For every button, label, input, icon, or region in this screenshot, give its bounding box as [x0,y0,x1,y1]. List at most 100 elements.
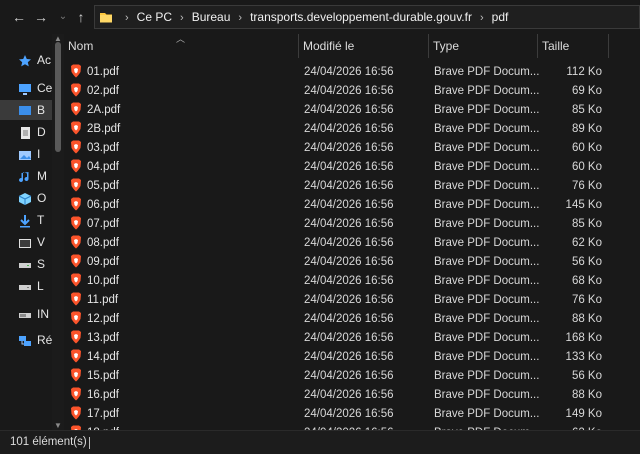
sidebar-item-videos[interactable]: V [18,232,45,252]
brave-pdf-icon [71,64,81,78]
file-name: 14.pdf [87,351,119,363]
address-bar[interactable]: › Ce PC › Bureau › transports.developpement-d… [94,5,640,29]
file-row[interactable]: 06.pdf 24/04/2026 16:56 Brave PDF Docum...… [64,196,640,215]
file-row[interactable]: 2B.pdf 24/04/2026 16:56 Brave PDF Docum...… [64,120,640,139]
file-name-cell[interactable]: 09.pdf [70,253,119,272]
file-name-cell[interactable]: 2A.pdf [70,101,120,120]
breadcrumb-item[interactable]: Ce PC [137,10,172,24]
file-name-cell[interactable]: 07.pdf [70,215,119,234]
file-name: 04.pdf [87,161,119,173]
file-modified-cell: 24/04/2026 16:56 [304,351,394,363]
file-modified-cell: 24/04/2026 16:56 [304,237,394,249]
sidebar-item-music[interactable]: M [18,166,47,186]
file-row[interactable]: 09.pdf 24/04/2026 16:56 Brave PDF Docum...… [64,253,640,272]
sidebar-item-3d-objects[interactable]: O [18,188,46,208]
file-size-cell: 62 Ko [571,237,602,249]
file-name-cell[interactable]: 10.pdf [70,272,119,291]
file-row[interactable]: 14.pdf 24/04/2026 16:56 Brave PDF Docum...… [64,348,640,367]
file-row[interactable]: 15.pdf 24/04/2026 16:56 Brave PDF Docum...… [64,367,640,386]
file-row[interactable]: 16.pdf 24/04/2026 16:56 Brave PDF Docum...… [64,386,640,405]
sidebar-item-desktop[interactable]: B [0,100,52,120]
breadcrumb-item[interactable]: Bureau [192,10,231,24]
file-name-cell[interactable]: 02.pdf [70,82,119,101]
sidebar-item-drive-l[interactable]: L [18,276,44,296]
file-name-cell[interactable]: 17.pdf [70,405,119,424]
sidebar-item-drive-s[interactable]: S [18,254,45,274]
scrollbar-thumb[interactable] [55,42,61,152]
file-name-cell[interactable]: 14.pdf [70,348,119,367]
file-modified-cell: 24/04/2026 16:56 [304,408,394,420]
file-type-cell: Brave PDF Docum... [434,161,540,173]
recent-locations-chevron-icon[interactable]: ⌄ [54,8,72,26]
sidebar-item-usb-drive[interactable]: IN [18,304,49,324]
sidebar-item-label: Ac [37,53,52,67]
file-row[interactable]: 12.pdf 24/04/2026 16:56 Brave PDF Docum...… [64,310,640,329]
file-name-cell[interactable]: 04.pdf [70,158,119,177]
column-modified[interactable]: Modifié le [299,34,428,58]
file-name-cell[interactable]: 03.pdf [70,139,119,158]
forward-arrow-icon[interactable]: → [32,8,50,26]
sidebar-scrollbar[interactable]: ▲ ▼ [52,34,64,430]
file-name-cell[interactable]: 12.pdf [70,310,119,329]
file-type-cell: Brave PDF Docum... [434,370,540,382]
file-size-cell: 168 Ko [565,332,602,344]
file-name-cell[interactable]: 08.pdf [70,234,119,253]
file-size-cell: 60 Ko [571,161,602,173]
file-list: ︿ Nom Modifié le Type Taille 01.pdf 24/04… [64,34,640,430]
file-type-cell: Brave PDF Docum... [434,66,540,78]
file-name: 11.pdf [87,294,119,306]
sidebar-item-documents[interactable]: D [18,122,46,142]
file-name: 12.pdf [87,313,119,325]
file-name: 13.pdf [87,332,119,344]
brave-pdf-icon [71,349,81,363]
file-name-cell[interactable]: 2B.pdf [70,120,120,139]
up-arrow-icon[interactable]: ↑ [72,8,90,26]
breadcrumb: › Ce PC › Bureau › transports.developpement-d… [117,6,508,28]
column-type[interactable]: Type [429,34,537,58]
column-header: ︿ Nom Modifié le Type Taille [64,34,640,58]
breadcrumb-item[interactable]: transports.developpement-durable.gouv.fr [250,10,472,24]
file-name-cell[interactable]: 01.pdf [70,63,119,82]
file-name-cell[interactable]: 16.pdf [70,386,119,405]
file-row[interactable]: 07.pdf 24/04/2026 16:56 Brave PDF Docum...… [64,215,640,234]
brave-pdf-icon [71,330,81,344]
sidebar-item-this-pc[interactable]: Ce [18,78,52,98]
back-arrow-icon[interactable]: ← [10,8,28,26]
file-row[interactable]: 17.pdf 24/04/2026 16:56 Brave PDF Docum...… [64,405,640,424]
file-rows: 01.pdf 24/04/2026 16:56 Brave PDF Docum...… [64,63,640,430]
file-row[interactable]: 05.pdf 24/04/2026 16:56 Brave PDF Docum...… [64,177,640,196]
file-row[interactable]: 03.pdf 24/04/2026 16:56 Brave PDF Docum...… [64,139,640,158]
file-name-cell[interactable]: 13.pdf [70,329,119,348]
file-row[interactable]: 01.pdf 24/04/2026 16:56 Brave PDF Docum...… [64,63,640,82]
sidebar-item-label: Ré [37,333,52,347]
videos-icon [18,236,32,250]
sidebar-item-images[interactable]: I [18,144,40,164]
column-name[interactable]: Nom [64,34,298,58]
file-row[interactable]: 02.pdf 24/04/2026 16:56 Brave PDF Docum...… [64,82,640,101]
file-name: 08.pdf [87,237,119,249]
sidebar-item-label: T [37,213,45,227]
sidebar-item-downloads[interactable]: T [18,210,44,230]
file-row[interactable]: 13.pdf 24/04/2026 16:56 Brave PDF Docum...… [64,329,640,348]
scroll-down-icon[interactable]: ▼ [52,421,64,430]
file-modified-cell: 24/04/2026 16:56 [304,123,394,135]
breadcrumb-item[interactable]: pdf [492,10,509,24]
file-row[interactable]: 08.pdf 24/04/2026 16:56 Brave PDF Docum...… [64,234,640,253]
column-divider[interactable] [608,34,609,58]
file-type-cell: Brave PDF Docum... [434,123,540,135]
file-name-cell[interactable]: 05.pdf [70,177,119,196]
column-size[interactable]: Taille [538,34,608,58]
file-name-cell[interactable]: 15.pdf [70,367,119,386]
file-row[interactable]: 11.pdf 24/04/2026 16:56 Brave PDF Docum...… [64,291,640,310]
file-name-cell[interactable]: 11.pdf [70,291,118,310]
drive-icon [18,280,32,294]
brave-pdf-icon [71,311,81,325]
sidebar-item-network[interactable]: Ré [18,330,52,350]
file-row[interactable]: 2A.pdf 24/04/2026 16:56 Brave PDF Docum...… [64,101,640,120]
sidebar-item-quick-access[interactable]: Ac [18,50,51,70]
documents-icon [18,126,32,140]
file-name-cell[interactable]: 06.pdf [70,196,119,215]
file-row[interactable]: 04.pdf 24/04/2026 16:56 Brave PDF Docum...… [64,158,640,177]
images-icon [18,148,32,162]
file-row[interactable]: 10.pdf 24/04/2026 16:56 Brave PDF Docum...… [64,272,640,291]
